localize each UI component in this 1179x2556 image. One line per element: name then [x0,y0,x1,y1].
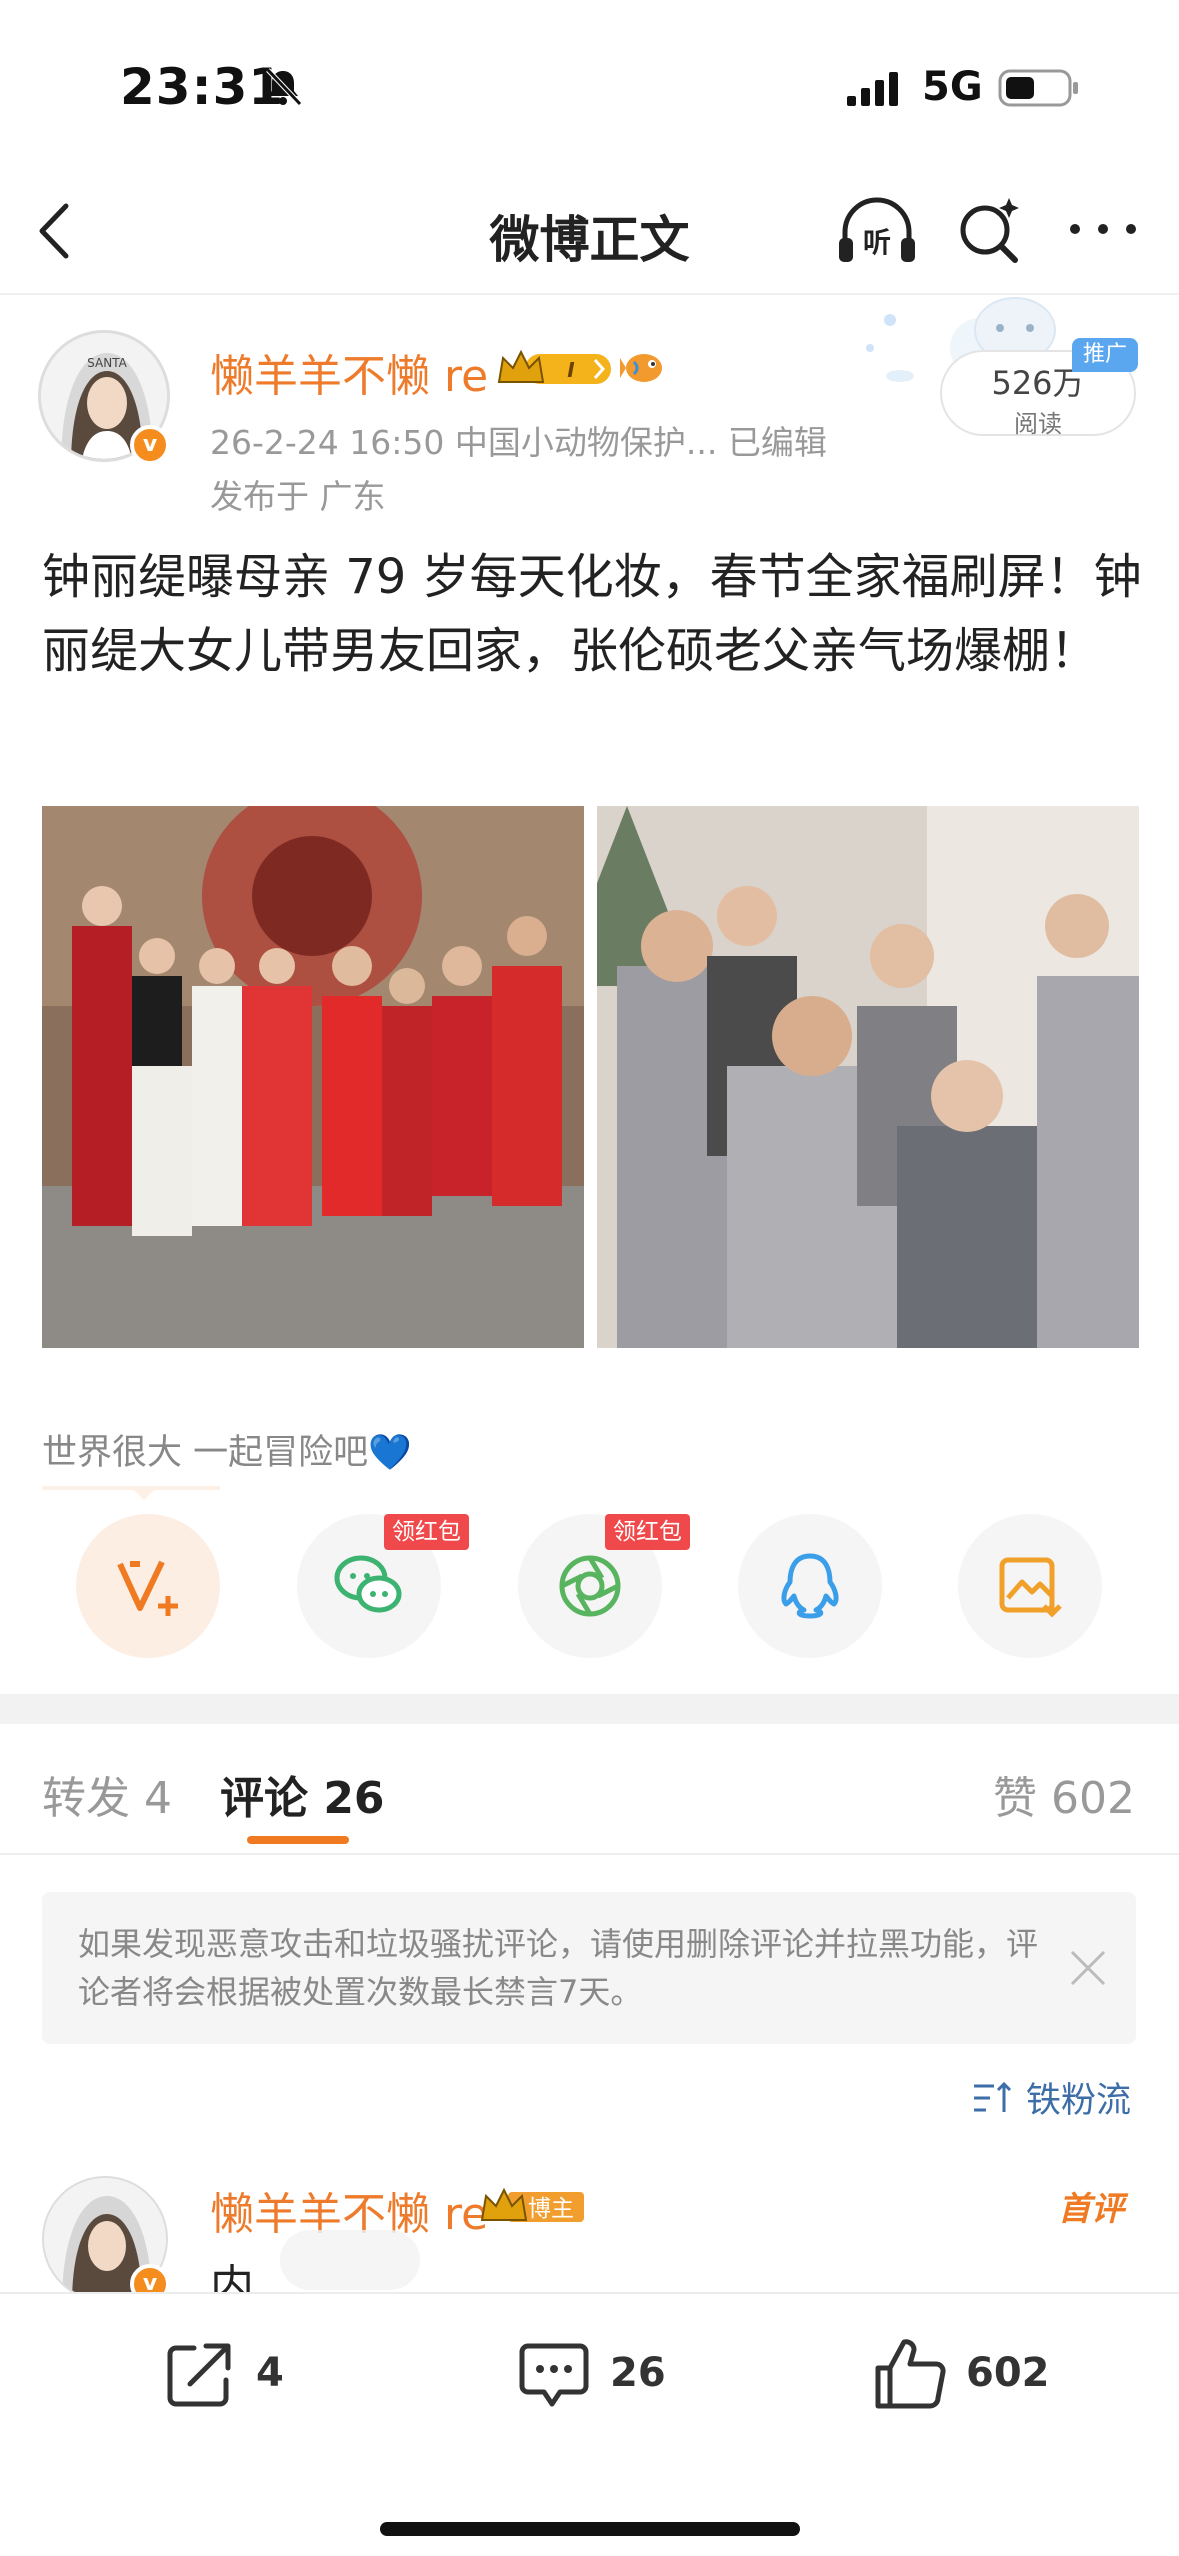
active-tab-indicator [247,1836,349,1844]
home-indicator [380,2522,800,2536]
red-packet-tag: 领红包 [384,1514,469,1550]
tab-reposts[interactable]: 转发 4 [42,1762,172,1826]
repost-count: 4 [256,2350,284,2396]
repost-icon [167,2343,231,2407]
status-bar: 23:31 5G [0,0,1179,170]
save-image-icon [999,1557,1062,1618]
notice-text: 如果发现恶意攻击和垃圾骚扰评论，请使用删除评论并拉黑功能，评论者将会根据被处置次… [78,1925,1039,2011]
section-divider [0,1694,1179,1724]
moments-icon [559,1555,621,1617]
blogger-badge: 博主 [528,2196,574,2222]
post-image-1[interactable] [42,806,584,1348]
more-icon[interactable] [1065,214,1141,244]
member-crown-badge[interactable]: I [495,346,615,392]
comment-count: 26 [610,2350,666,2396]
sort-icon [974,2081,1012,2112]
battery-icon [998,69,1078,107]
tabs-divider [0,1853,1179,1855]
svg-text:听: 听 [863,226,891,259]
thumbs-up-icon [875,2339,946,2409]
verified-badge: v [130,425,170,465]
bottom-action-bar: 4 26 602 [0,2292,1179,2556]
red-packet-tag: 领红包 [605,1514,690,1550]
promo-tag: 推广 [1072,338,1138,372]
topic-pointer [130,1486,158,1500]
tab-comments[interactable]: 评论 26 [220,1762,385,1826]
post-image-2[interactable] [597,806,1139,1348]
wechat-icon [334,1555,402,1613]
bell-slash-icon [266,68,302,106]
comment-policy-notice: 如果发现恶意攻击和垃圾骚扰评论，请使用删除评论并拉黑功能，评论者将会根据被处置次… [42,1892,1136,2044]
comment-icon [519,2343,589,2407]
qq-icon [781,1553,839,1619]
topic-link[interactable]: 世界很大 一起冒险吧💙 [42,1424,412,1475]
first-comment-tag: 首评 [1058,2189,1124,2228]
sort-label: 铁粉流 [1026,2081,1132,2121]
close-icon[interactable] [1062,1942,1114,1994]
listen-icon[interactable]: 听 [835,194,919,270]
save-image-button[interactable] [958,1514,1102,1658]
nav-bar: 微博正文 听 [0,170,1179,295]
share-qq-button[interactable] [738,1514,882,1658]
share-vplus-button[interactable] [76,1514,220,1658]
svg-text:I: I [567,358,575,382]
post-meta: 26-2-24 16:50 中国小动物保护... 已编辑 [210,423,827,462]
comment-sticker [280,2230,420,2290]
fish-badge-icon [620,354,662,382]
v-plus-icon [117,1560,178,1616]
like-count: 602 [966,2350,1050,2396]
status-time: 23:31 [120,58,285,116]
author-name[interactable]: 懒羊羊不懒 re [210,340,488,404]
search-icon[interactable] [955,192,1025,268]
read-label: 阅读 [1014,410,1062,438]
network-label: 5G [922,64,983,110]
signal-icon [847,72,898,106]
post-location: 发布于 广东 [210,477,386,516]
post-text: 钟丽缇曝母亲 79 岁每天化妆，春节全家福刷屏！钟丽缇大女儿带男友回家，张伦硕老… [42,549,1142,679]
svg-text:SANTA: SANTA [87,356,127,370]
tab-likes[interactable]: 赞 602 [993,1762,1135,1826]
